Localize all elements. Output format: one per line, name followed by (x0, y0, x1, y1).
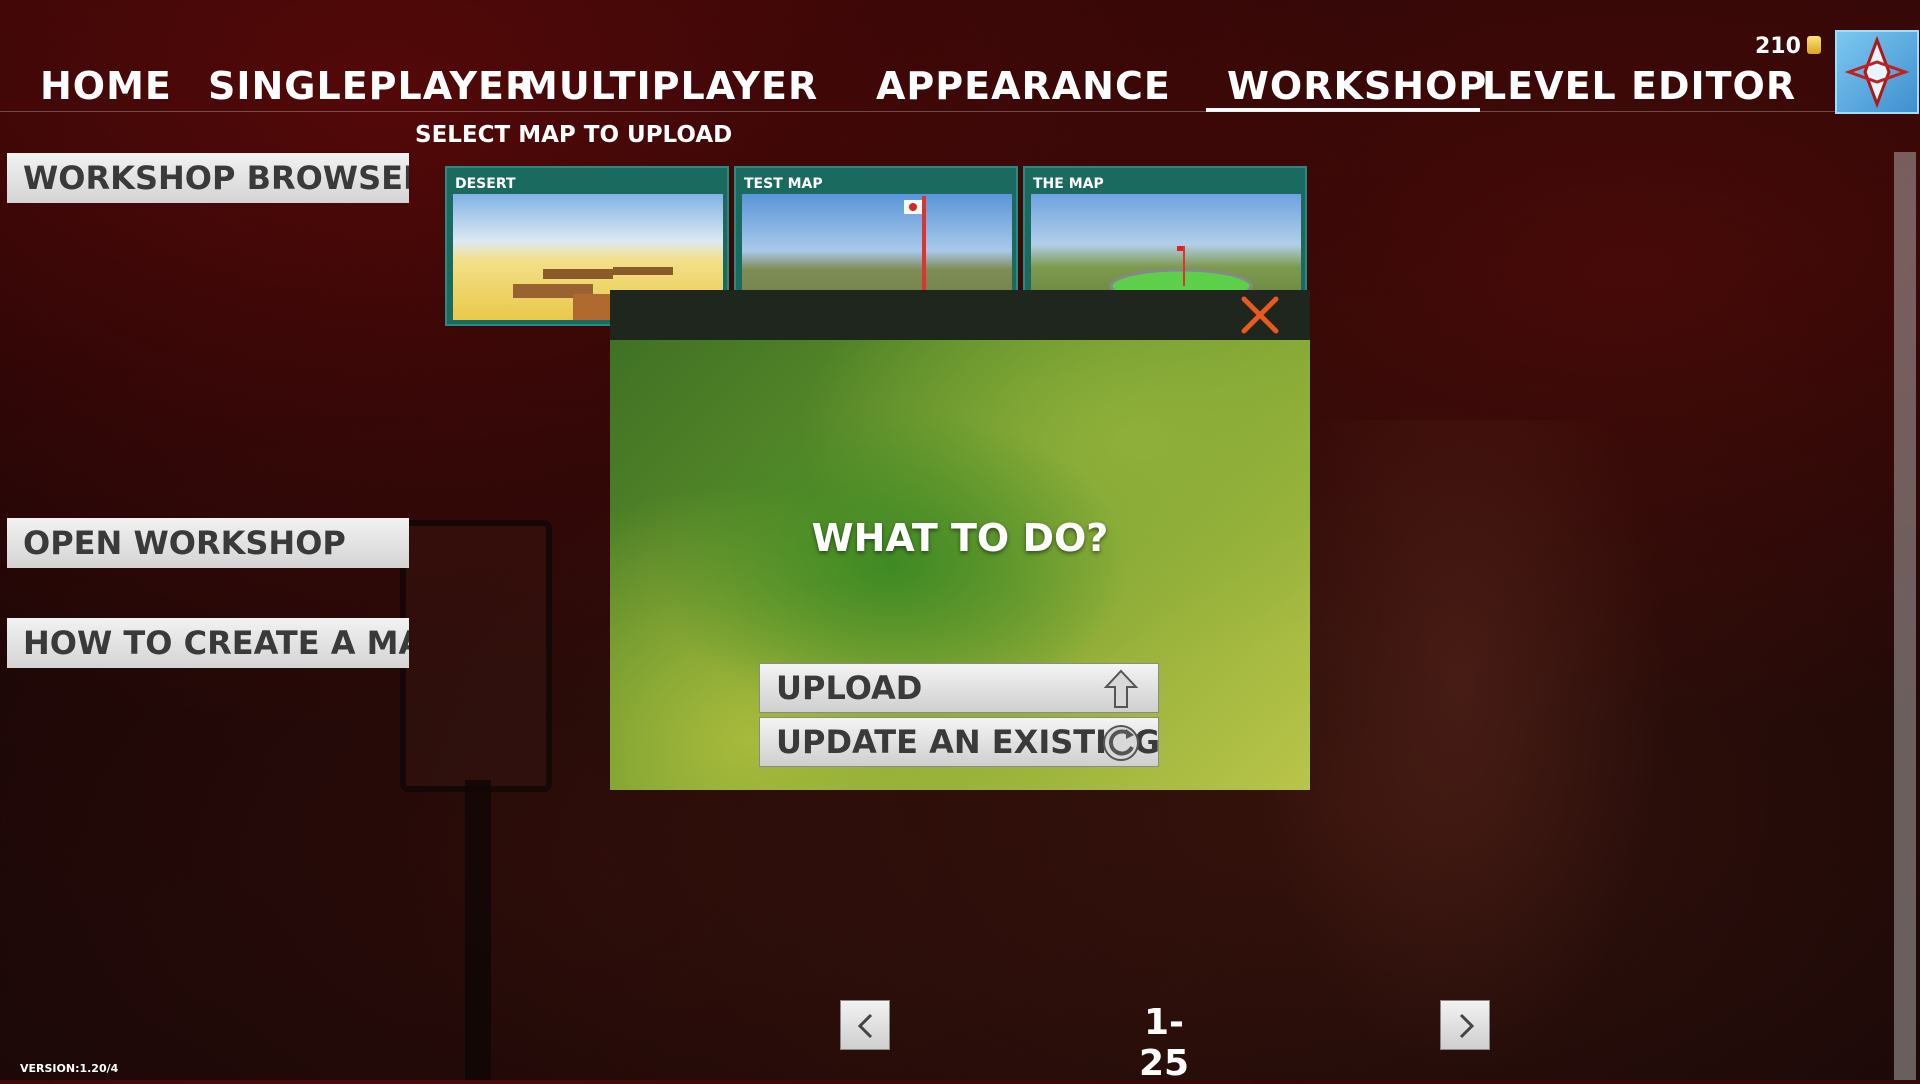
map-tile-title: TEST MAP (744, 176, 823, 192)
background-lamp-pole (465, 780, 491, 1080)
refresh-icon (1103, 725, 1139, 761)
background-stone-wall (1250, 420, 1670, 1080)
dialog-header (610, 290, 1310, 340)
next-page-button[interactable] (1440, 1000, 1490, 1050)
avatar-icon (1844, 35, 1910, 109)
coin-count: 210 (1755, 34, 1801, 59)
chevron-left-icon (857, 1013, 873, 1039)
upload-button-label: UPLOAD (776, 669, 923, 707)
tab-level-editor[interactable]: LEVEL EDITOR (1482, 64, 1796, 108)
page-range: 1-25 (1138, 1002, 1190, 1084)
map-tile-title: DESERT (455, 176, 516, 192)
tab-appearance[interactable]: APPEARANCE (876, 64, 1171, 108)
nav-divider (0, 111, 1910, 112)
tab-home[interactable]: HOME (40, 64, 172, 108)
close-button[interactable] (1240, 295, 1280, 335)
version-label: VERSION:1.20/4 (20, 1062, 119, 1075)
coin-icon (1807, 36, 1821, 54)
upload-button[interactable]: UPLOAD (759, 663, 1159, 713)
previous-page-button[interactable] (840, 1000, 890, 1050)
top-nav: HOME SINGLEPLAYER MULTIPLAYER APPEARANCE… (0, 0, 1920, 114)
how-to-create-map-button[interactable]: HOW TO CREATE A MAP (7, 618, 409, 668)
scrollbar[interactable] (1894, 152, 1916, 1080)
update-existing-button[interactable]: UPDATE AN EXISTING (759, 717, 1159, 767)
map-tile-title: THE MAP (1033, 176, 1104, 192)
open-workshop-button[interactable]: OPEN WORKSHOP (7, 518, 409, 568)
tab-workshop[interactable]: WORKSHOP (1227, 64, 1487, 108)
workshop-browser-button[interactable]: WORKSHOP BROWSER (7, 153, 409, 203)
arrow-up-icon (1103, 669, 1139, 708)
tab-multiplayer[interactable]: MULTIPLAYER (520, 64, 818, 108)
dialog-title: WHAT TO DO? (811, 516, 1109, 560)
tab-singleplayer[interactable]: SINGLEPLAYER (208, 64, 535, 108)
select-map-label: SELECT MAP TO UPLOAD (415, 122, 733, 148)
avatar[interactable] (1835, 30, 1919, 114)
background-lamp (400, 520, 552, 792)
what-to-do-dialog: WHAT TO DO? UPLOAD UPDATE AN EXISTING (610, 290, 1310, 790)
chevron-right-icon (1459, 1013, 1475, 1039)
close-icon (1241, 296, 1279, 334)
